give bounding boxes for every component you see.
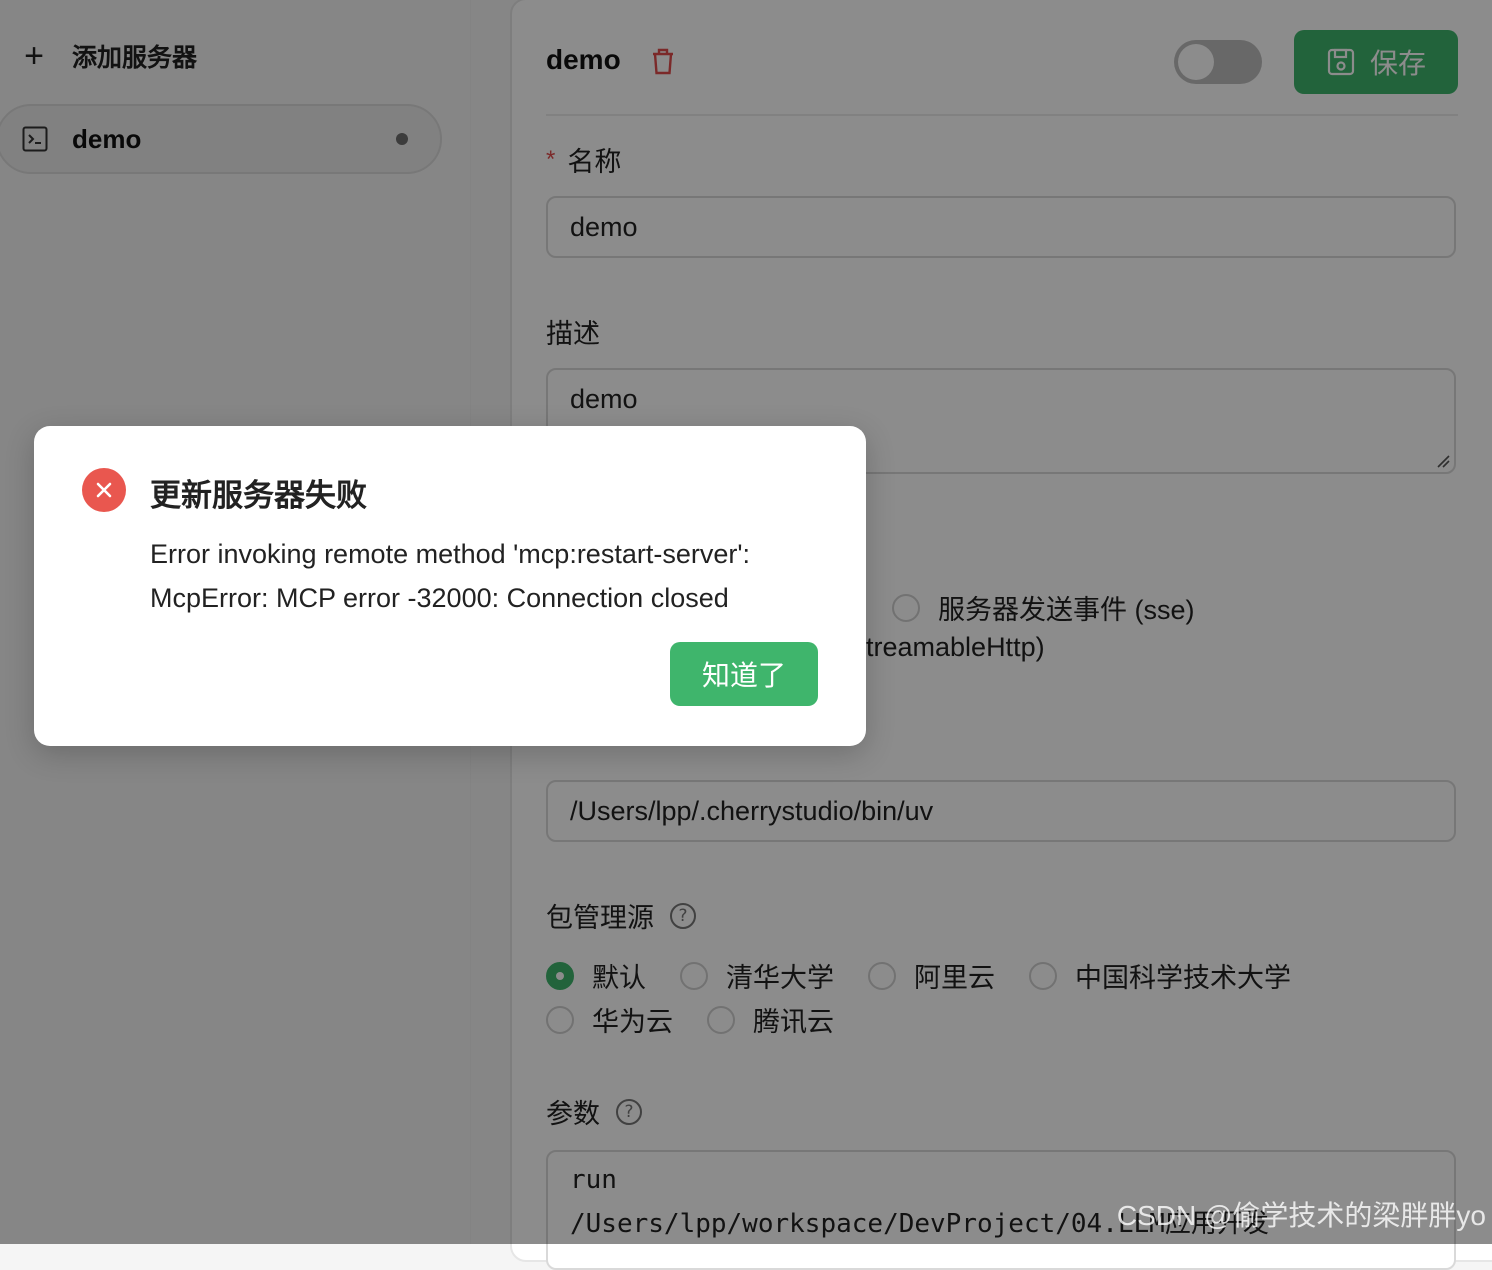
- dialog-message: Error invoking remote method 'mcp:restar…: [150, 532, 840, 620]
- dialog-title: 更新服务器失败: [150, 478, 367, 513]
- error-icon: [82, 468, 126, 512]
- watermark: CSDN @偷学技术的梁胖胖yo: [1116, 1200, 1486, 1231]
- error-dialog: 更新服务器失败 Error invoking remote method 'mc…: [34, 426, 866, 746]
- dialog-message-line: Error invoking remote method 'mcp:restar…: [150, 539, 750, 569]
- ok-button[interactable]: 知道了: [670, 642, 818, 706]
- dialog-message-line: McpError: MCP error -32000: Connection c…: [150, 583, 729, 613]
